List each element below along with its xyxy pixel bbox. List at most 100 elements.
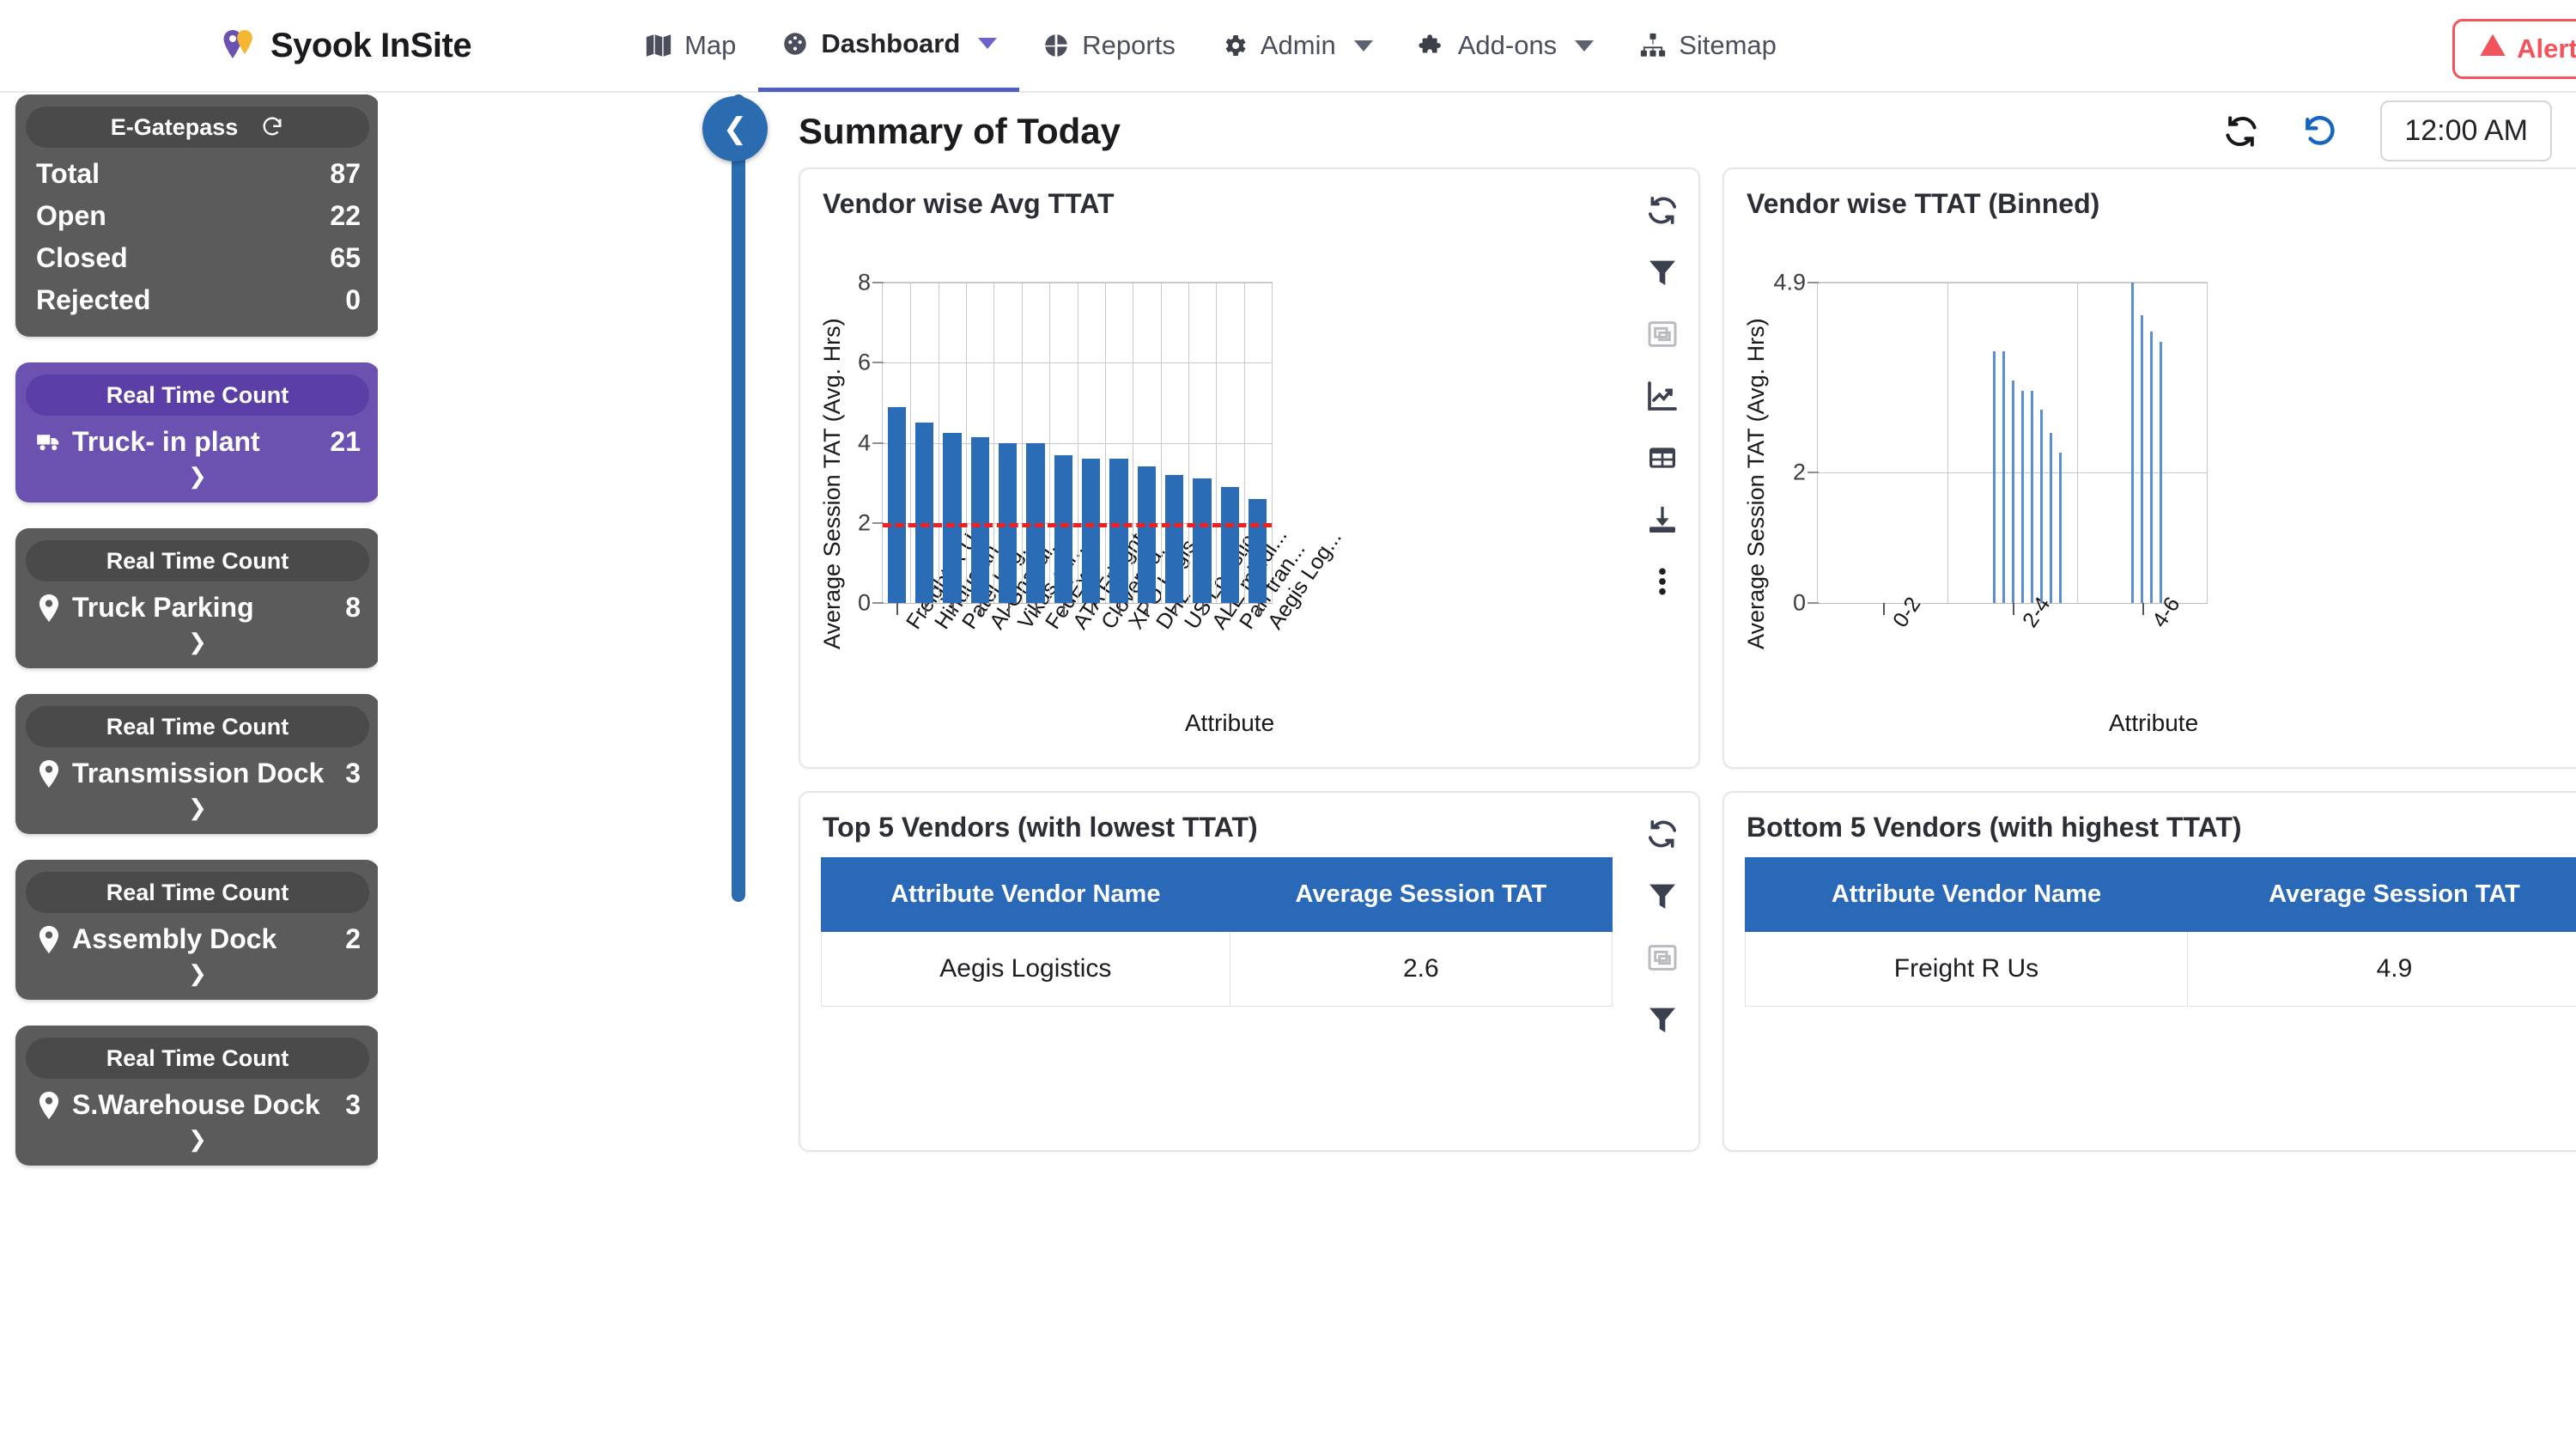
x-axis-tick: [951, 603, 954, 615]
brand-logo[interactable]: Syook InSite: [219, 26, 472, 65]
chart-bar[interactable]: [887, 406, 906, 603]
chart-bar[interactable]: [1165, 474, 1184, 603]
nav-item-sitemap[interactable]: Sitemap: [1616, 0, 1799, 92]
time-selector[interactable]: 12:00 AM: [2380, 100, 2552, 161]
sidebar-row-rejected: Rejected 0: [15, 279, 378, 321]
filter-icon-secondary[interactable]: [1645, 1002, 1680, 1041]
chart2-ylabel: Average Session TAT (Avg. Hrs): [1743, 318, 1769, 649]
chevron-down-icon-admin[interactable]: [1353, 40, 1373, 52]
chart-bar[interactable]: [2150, 332, 2154, 603]
puzzle-icon: [1418, 31, 1447, 60]
x-axis-tick: [1257, 603, 1260, 615]
focus-icon[interactable]: [1645, 941, 1680, 979]
chart-bar[interactable]: [2160, 341, 2163, 603]
chart-bar[interactable]: [1137, 466, 1157, 603]
table-row[interactable]: Freight R Us 4.9: [1745, 931, 2576, 1007]
nav-item-dashboard[interactable]: Dashboard: [758, 0, 1020, 92]
col-average-session-tat[interactable]: Average Session TAT: [1229, 857, 1613, 932]
chart-bar[interactable]: [914, 423, 934, 603]
chart-bar[interactable]: [1109, 459, 1128, 603]
value-transmission-dock: 3: [345, 758, 361, 788]
chart-bar[interactable]: [2058, 452, 2062, 603]
chart-bar[interactable]: [2020, 390, 2024, 603]
x-axis-tick: [1882, 603, 1885, 615]
sidebar-card-assembly-dock[interactable]: Real Time Count Assembly Dock 2 ❯: [15, 860, 378, 1000]
chart1-ylabel: Average Session TAT (Avg. Hrs): [819, 318, 845, 649]
nav-item-admin[interactable]: Admin: [1198, 0, 1395, 92]
filter-icon[interactable]: [1645, 879, 1680, 917]
sidebar-card-egatepass[interactable]: E-Gatepass Total 87 Open 22 Closed 65 Re…: [15, 94, 378, 337]
col-attribute-vendor-name[interactable]: Attribute Vendor Name: [1745, 857, 2188, 932]
table-header-row: Attribute Vendor Name Average Session TA…: [1745, 857, 2576, 932]
chart-bar[interactable]: [2039, 410, 2043, 603]
chevron-down-icon-addons[interactable]: [1575, 40, 1595, 52]
sidebar-card-truck-parking[interactable]: Real Time Count Truck Parking 8 ❯: [15, 528, 378, 668]
nav-label-sitemap: Sitemap: [1679, 30, 1777, 60]
table-row[interactable]: Aegis Logistics 2.6: [821, 931, 1613, 1007]
y-axis-tick: [1807, 282, 1819, 283]
sidebar-card-transmission-dock[interactable]: Real Time Count Transmission Dock 3 ❯: [15, 694, 378, 834]
chevron-down-icon-truck-parking[interactable]: ❯: [15, 630, 378, 653]
chart-bar[interactable]: [1220, 486, 1240, 603]
chevron-down-icon-truck-in-plant[interactable]: ❯: [15, 465, 378, 487]
right-column: Vendor wise TTAT (Binned) Average Sessio…: [1722, 167, 2576, 1152]
panel-vendor-ttat-binned: Vendor wise TTAT (Binned) Average Sessio…: [1722, 167, 2576, 769]
table-body-bottom5: Freight R Us 4.9: [1745, 931, 2576, 1007]
gridline-vertical: [1104, 283, 1106, 603]
sidebar-row-closed: Closed 65: [15, 237, 378, 279]
panel-title-vendor-avg-ttat: Vendor wise Avg TTAT: [823, 188, 1115, 219]
col-attribute-vendor-name[interactable]: Attribute Vendor Name: [821, 857, 1230, 932]
sidebar-card-truck-in-plant[interactable]: Real Time Count Truck- in plant 21 ❯: [15, 362, 378, 502]
value-truck-parking: 8: [345, 592, 361, 623]
refresh-icon-header[interactable]: [2222, 113, 2260, 150]
sidebar-collapse-button[interactable]: ❮: [702, 96, 768, 161]
chart-bar[interactable]: [1054, 454, 1072, 603]
value-truck-in-plant: 21: [330, 426, 361, 457]
nav-item-reports[interactable]: Reports: [1019, 0, 1198, 92]
chart-bar[interactable]: [2141, 315, 2144, 603]
chart-bar[interactable]: [2131, 283, 2135, 603]
sidebar-card-swarehouse-dock[interactable]: Real Time Count S.Warehouse Dock 3 ❯: [15, 1026, 378, 1166]
gridline-vertical: [1216, 283, 1218, 603]
chevron-down-icon-dashboard[interactable]: [978, 38, 998, 49]
nav-label-map: Map: [684, 30, 737, 60]
nav-item-map[interactable]: Map: [622, 0, 758, 92]
value-assembly-dock: 2: [345, 923, 361, 954]
chart-bar[interactable]: [2002, 350, 2005, 603]
card-header-swarehouse-dock: Real Time Count: [26, 1038, 369, 1079]
table-bottom5: Attribute Vendor Name Average Session TA…: [1745, 857, 2576, 1007]
chevron-down-icon-swarehouse-dock[interactable]: ❯: [15, 1128, 378, 1150]
alerts-button[interactable]: Alerts: [2452, 19, 2576, 79]
col-average-session-tat[interactable]: Average Session TAT: [2186, 857, 2576, 932]
cell-avg-session-tat: 4.9: [2186, 931, 2576, 1007]
sidebar-resize-rail[interactable]: [732, 94, 745, 902]
chart-bar[interactable]: [2030, 390, 2033, 603]
gridline-vertical: [1243, 283, 1245, 603]
cell-avg-session-tat: 2.6: [1229, 931, 1613, 1007]
y-axis-tick: [872, 282, 884, 283]
x-axis-tick: [924, 603, 927, 615]
value-total: 87: [330, 158, 361, 189]
refresh-icon-egatepass[interactable]: [260, 115, 284, 139]
x-axis-tick: [980, 603, 982, 615]
chevron-down-icon-transmission-dock[interactable]: ❯: [15, 796, 378, 819]
chart-bar[interactable]: [943, 432, 962, 603]
chart-bar[interactable]: [1193, 478, 1212, 603]
chart-bar[interactable]: [1992, 350, 1996, 603]
value-swarehouse-dock: 3: [345, 1089, 361, 1120]
chart-bar[interactable]: [970, 436, 989, 603]
dashboard-icon: [781, 29, 810, 58]
chart-bar[interactable]: [2011, 381, 2014, 603]
reset-icon-header[interactable]: [2301, 113, 2339, 150]
map-icon: [644, 31, 673, 60]
gear-icon: [1220, 31, 1249, 60]
x-axis-tick: [1230, 603, 1232, 615]
chart-bar[interactable]: [1082, 459, 1101, 603]
chart-bar[interactable]: [2049, 433, 2052, 603]
panel-title-top5: Top 5 Vendors (with lowest TTAT): [823, 812, 1258, 843]
chevron-down-icon-assembly-dock[interactable]: ❯: [15, 962, 378, 984]
refresh-icon[interactable]: [1645, 817, 1680, 855]
chart-bar[interactable]: [1249, 498, 1267, 603]
nav-item-addons[interactable]: Add-ons: [1395, 0, 1616, 92]
chart1-plot-area: 02468Freight R UsHindustan...Patel Log..…: [858, 270, 1346, 634]
